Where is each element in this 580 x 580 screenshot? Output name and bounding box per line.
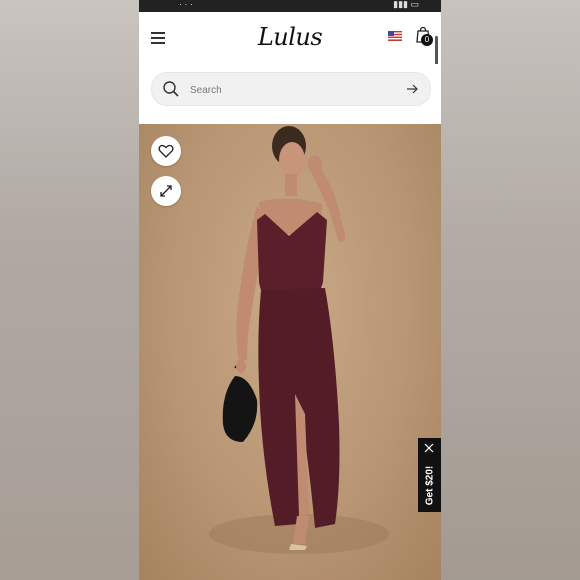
expand-image-button[interactable] <box>151 176 181 206</box>
model-in-dress-photo <box>209 126 389 554</box>
search-icon <box>163 81 179 97</box>
status-right-indicators: ▮▮▮ ▭ <box>393 0 419 9</box>
heart-icon <box>158 144 174 158</box>
search-area <box>139 64 441 124</box>
background-left <box>0 0 139 580</box>
product-image[interactable]: Get $20! <box>139 124 441 580</box>
status-left-indicators: · · · <box>179 0 193 9</box>
favorite-button[interactable] <box>151 136 181 166</box>
search-input[interactable] <box>188 81 392 99</box>
site-header: Lulus 0 <box>139 12 441 136</box>
background-right <box>441 0 580 580</box>
status-bar: · · · ▮▮▮ ▭ <box>139 0 441 12</box>
close-icon[interactable] <box>424 443 434 453</box>
cart-count-badge: 0 <box>421 34 433 46</box>
arrow-right-icon[interactable] <box>406 83 418 95</box>
search-box[interactable] <box>151 72 431 106</box>
promo-tab[interactable]: Get $20! <box>418 438 441 512</box>
promo-label: Get $20! <box>424 465 436 506</box>
expand-icon <box>160 185 172 197</box>
flag-icon[interactable] <box>388 31 402 41</box>
phone-screen: · · · ▮▮▮ ▭ Lulus 0 Search Get $20! <box>139 0 441 580</box>
